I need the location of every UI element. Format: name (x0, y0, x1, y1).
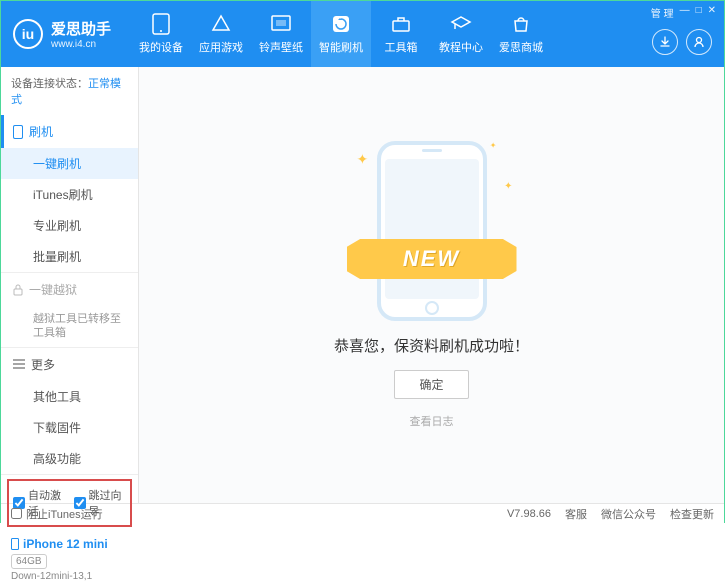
tab-store[interactable]: 爱思商城 (491, 1, 551, 67)
phone-small-icon (13, 125, 23, 139)
window-controls: 管 理 — □ ✕ (651, 5, 716, 20)
sidebar-item-batch[interactable]: 批量刷机 (1, 241, 138, 272)
refresh-icon (330, 13, 352, 35)
tab-label: 教程中心 (439, 39, 483, 55)
sidebar-header-flash[interactable]: 刷机 (1, 115, 138, 148)
wallpaper-icon (270, 13, 292, 35)
version-label: V7.98.66 (507, 508, 551, 520)
phone-icon (150, 13, 172, 35)
sidebar-item-advanced[interactable]: 高级功能 (1, 443, 138, 474)
tab-my-device[interactable]: 我的设备 (131, 1, 191, 67)
store-icon (510, 13, 532, 35)
mgmt-button[interactable]: 管 理 (651, 5, 674, 20)
ok-button[interactable]: 确定 (394, 370, 468, 399)
connection-status: 设备连接状态：正常模式 (1, 67, 138, 115)
app-header: iu 爱思助手 www.i4.cn 我的设备 应用游戏 铃声壁纸 智能刷机 工具… (1, 1, 724, 67)
jailbreak-note: 越狱工具已转移至工具箱 (1, 306, 138, 347)
toolbox-icon (390, 13, 412, 35)
tab-label: 应用游戏 (199, 39, 243, 55)
wechat-link[interactable]: 微信公众号 (601, 506, 656, 522)
tab-ringtones[interactable]: 铃声壁纸 (251, 1, 311, 67)
tab-label: 工具箱 (385, 39, 418, 55)
apps-icon (210, 13, 232, 35)
success-message: 恭喜您，保资料刷机成功啦！ (334, 335, 529, 356)
phone-illustration: ✦ ✦ ✦ NEW (357, 141, 507, 321)
sidebar-header-more[interactable]: 更多 (1, 348, 138, 381)
update-link[interactable]: 检查更新 (670, 506, 714, 522)
tab-apps[interactable]: 应用游戏 (191, 1, 251, 67)
lock-icon (13, 284, 23, 296)
main-content: ✦ ✦ ✦ NEW 恭喜您，保资料刷机成功啦！ 确定 查看日志 (139, 67, 724, 503)
sidebar-item-other[interactable]: 其他工具 (1, 381, 138, 412)
tab-flash[interactable]: 智能刷机 (311, 1, 371, 67)
tab-tutorials[interactable]: 教程中心 (431, 1, 491, 67)
device-info[interactable]: iPhone 12 mini 64GB Down-12mini-13,1 (1, 531, 138, 588)
tab-label: 智能刷机 (319, 39, 363, 55)
user-button[interactable] (686, 29, 712, 55)
logo-area: iu 爱思助手 www.i4.cn (13, 18, 111, 50)
minimize-button[interactable]: — (680, 5, 690, 20)
tab-label: 我的设备 (139, 39, 183, 55)
star-icon: ✦ (357, 151, 369, 168)
tab-label: 爱思商城 (499, 39, 543, 55)
app-name: 爱思助手 (51, 18, 111, 39)
download-button[interactable] (652, 29, 678, 55)
tab-toolbox[interactable]: 工具箱 (371, 1, 431, 67)
device-storage: 64GB (11, 554, 47, 569)
cb-block-itunes[interactable]: 阻止iTunes运行 (11, 506, 103, 522)
app-url: www.i4.cn (51, 39, 111, 50)
logo-icon: iu (13, 19, 43, 49)
sidebar-item-download[interactable]: 下载固件 (1, 412, 138, 443)
sidebar-item-pro[interactable]: 专业刷机 (1, 210, 138, 241)
sidebar-item-itunes[interactable]: iTunes刷机 (1, 179, 138, 210)
nav-tabs: 我的设备 应用游戏 铃声壁纸 智能刷机 工具箱 教程中心 爱思商城 (131, 1, 712, 67)
phone-mini-icon (11, 538, 19, 550)
sidebar-header-jailbreak: 一键越狱 (1, 273, 138, 306)
tab-label: 铃声壁纸 (259, 39, 303, 55)
sidebar-item-oneclick[interactable]: 一键刷机 (1, 148, 138, 179)
menu-icon (13, 359, 25, 369)
maximize-button[interactable]: □ (696, 5, 702, 20)
device-down: Down-12mini-13,1 (11, 571, 128, 582)
star-icon: ✦ (504, 181, 512, 192)
close-button[interactable]: ✕ (708, 5, 716, 20)
view-log-link[interactable]: 查看日志 (410, 413, 454, 429)
sidebar: 设备连接状态：正常模式 刷机 一键刷机 iTunes刷机 专业刷机 批量刷机 一… (1, 67, 139, 503)
service-link[interactable]: 客服 (565, 506, 587, 522)
star-icon: ✦ (490, 141, 497, 150)
new-banner: NEW (347, 239, 517, 279)
graduate-icon (450, 13, 472, 35)
